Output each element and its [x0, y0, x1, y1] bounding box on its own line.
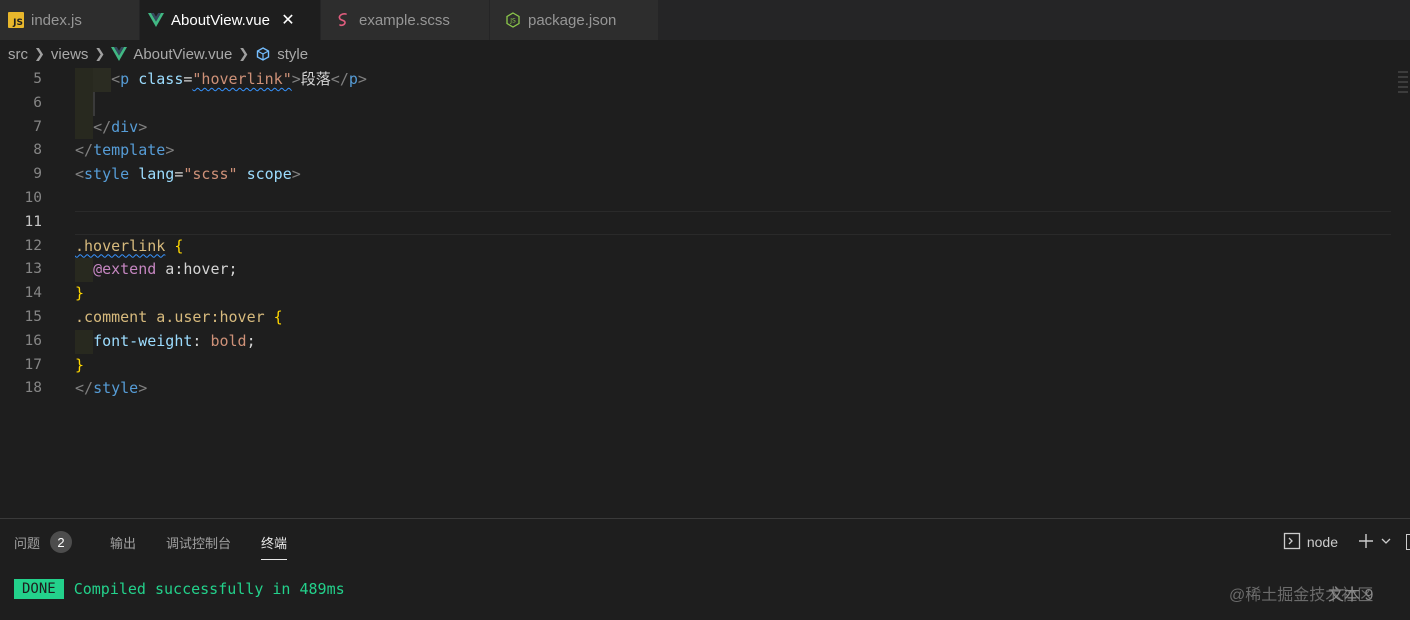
- close-icon[interactable]: ✕: [280, 10, 296, 30]
- indent-guide: [75, 329, 93, 354]
- code-line: <p class="hoverlink">段落</p>: [75, 68, 1390, 92]
- breadcrumb-item-file[interactable]: AboutView.vue: [133, 46, 232, 63]
- symbol-class-icon: [255, 46, 271, 62]
- split-terminal-icon[interactable]: [1406, 534, 1410, 550]
- tab-output[interactable]: 输出: [110, 529, 136, 555]
- tab-terminal[interactable]: 终端: [261, 529, 288, 560]
- code-line: }: [75, 284, 85, 303]
- chevron-right-icon: ❯: [238, 46, 250, 61]
- problems-count-badge: 2: [50, 531, 73, 553]
- code-line: font-weight: bold;: [75, 329, 1390, 354]
- code-line: </style>: [75, 379, 148, 398]
- terminal-actions: node: [1283, 529, 1410, 555]
- tab-debug-console[interactable]: 调试控制台: [166, 529, 231, 555]
- line-number-gutter: 5 6 7 8 9 10 11 12 13 14 15 16 17 18: [0, 68, 60, 401]
- editor-tab-bar: JS index.js AboutView.vue ✕ example.scss…: [0, 0, 1410, 40]
- squiggle-warning: "hoverlink": [192, 70, 292, 88]
- tab-problems[interactable]: 问题 2: [14, 529, 73, 555]
- line-number: 9: [33, 166, 42, 183]
- code-line: [75, 91, 1390, 116]
- tab-package-json[interactable]: JS package.json: [490, 0, 659, 40]
- indent-guide: [93, 68, 111, 92]
- code-editor[interactable]: 5 6 7 8 9 10 11 12 13 14 15 16 17 18 <p …: [0, 68, 1410, 518]
- indent-guide: [93, 91, 95, 116]
- code-line: </div>: [75, 115, 1390, 140]
- bottom-panel: 问题 2 输出 调试控制台 终端 node DONE Compiled succ…: [0, 518, 1410, 620]
- tab-label: 问题: [14, 535, 41, 551]
- scss-file-icon: [335, 11, 353, 29]
- code-area[interactable]: <p class="hoverlink">段落</p> </div> </tem…: [75, 68, 1391, 401]
- breadcrumb: src ❯ views ❯ AboutView.vue ❯ style: [0, 40, 1410, 68]
- line-number: 13: [24, 261, 42, 278]
- terminal-icon: [1283, 532, 1301, 553]
- line-number: 15: [24, 308, 42, 325]
- code-line: @extend a:hover;: [75, 258, 1390, 283]
- indent-guide: [75, 115, 93, 140]
- code-line-current: [75, 210, 1391, 235]
- vue-file-icon: [147, 11, 165, 29]
- line-number: 16: [24, 332, 42, 349]
- breadcrumb-item-src[interactable]: src: [8, 46, 28, 63]
- code-line: }: [75, 355, 85, 374]
- line-number: 12: [24, 237, 42, 254]
- terminal-name[interactable]: node: [1307, 534, 1338, 550]
- tab-label: example.scss: [359, 11, 450, 29]
- minimap[interactable]: [1396, 68, 1410, 108]
- overlay-text: 文本 9: [1328, 587, 1374, 604]
- indent-guide: [75, 91, 93, 116]
- code-line: <style lang="scss" scope>: [75, 165, 301, 184]
- chevron-right-icon: ❯: [94, 46, 106, 61]
- line-number-current: 11: [24, 213, 42, 230]
- chevron-down-icon[interactable]: [1380, 534, 1392, 550]
- tab-label: index.js: [31, 11, 82, 29]
- indent-guide: [75, 68, 93, 92]
- compile-message: Compiled successfully in 489ms: [73, 580, 345, 598]
- svg-text:JS: JS: [509, 18, 516, 25]
- line-number: 7: [33, 118, 42, 135]
- add-terminal-icon[interactable]: [1358, 533, 1374, 552]
- panel-tabs: 问题 2 输出 调试控制台 终端: [14, 529, 317, 560]
- done-badge: DONE: [14, 579, 64, 599]
- terminal-output[interactable]: DONE Compiled successfully in 489ms: [14, 579, 345, 599]
- tab-aboutview-vue[interactable]: AboutView.vue ✕: [140, 0, 321, 40]
- tab-label: AboutView.vue: [171, 11, 270, 29]
- js-file-icon: JS: [7, 11, 25, 29]
- chevron-right-icon: ❯: [34, 46, 45, 61]
- tab-label: package.json: [528, 11, 617, 29]
- line-number: 10: [24, 189, 42, 206]
- breadcrumb-item-views[interactable]: views: [51, 46, 89, 63]
- vue-file-icon: [111, 47, 128, 61]
- code-line: .hoverlink {: [75, 236, 184, 255]
- tab-example-scss[interactable]: example.scss: [321, 0, 490, 40]
- tab-label: 输出: [110, 535, 137, 551]
- code-line: .comment a.user:hover {: [75, 307, 283, 326]
- nodejs-file-icon: JS: [504, 11, 522, 29]
- indent-guide: [75, 258, 93, 283]
- tab-label: 调试控制台: [166, 535, 232, 551]
- line-number: 17: [24, 356, 42, 373]
- line-number: 14: [24, 285, 42, 302]
- tab-index-js[interactable]: JS index.js: [0, 0, 140, 40]
- line-number: 6: [33, 94, 42, 111]
- line-number: 18: [24, 380, 42, 397]
- code-line: </template>: [75, 141, 175, 160]
- squiggle-warning: .hoverlink: [75, 236, 166, 255]
- breadcrumb-item-style[interactable]: style: [277, 46, 308, 63]
- tab-label: 终端: [261, 535, 288, 551]
- line-number: 8: [33, 142, 42, 159]
- line-number: 5: [33, 71, 42, 87]
